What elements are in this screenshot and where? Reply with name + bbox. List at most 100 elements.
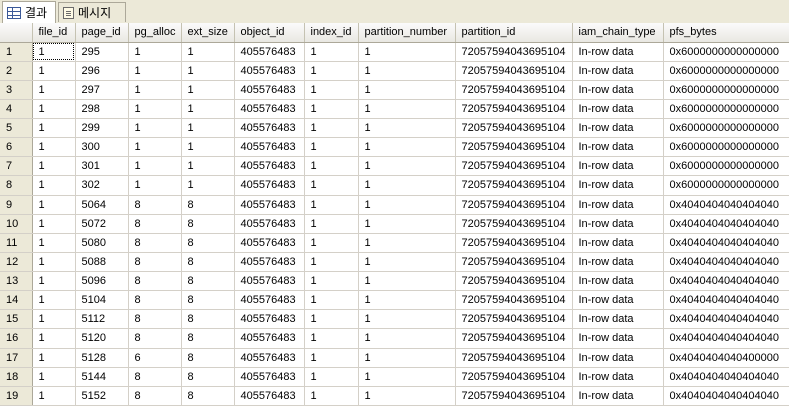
cell-partition-id[interactable]: 72057594043695104: [455, 80, 573, 100]
cell-partition-id[interactable]: 72057594043695104: [455, 175, 573, 196]
cell-object-id[interactable]: 405576483: [234, 290, 305, 311]
cell-index-id[interactable]: 1: [304, 137, 359, 158]
cell-partition-number[interactable]: 1: [358, 328, 456, 349]
cell-iam-chain-type[interactable]: In-row data: [572, 309, 664, 330]
cell-ext-size[interactable]: 8: [181, 290, 235, 311]
column-header-pfs-bytes[interactable]: pfs_bytes: [663, 23, 789, 43]
cell-file-id[interactable]: 1: [32, 328, 76, 349]
cell-iam-chain-type[interactable]: In-row data: [572, 290, 664, 311]
cell-page-id[interactable]: 5128: [75, 348, 129, 368]
cell-iam-chain-type[interactable]: In-row data: [572, 80, 664, 100]
cell-object-id[interactable]: 405576483: [234, 118, 305, 139]
cell-ext-size[interactable]: 8: [181, 195, 235, 215]
cell-ext-size[interactable]: 1: [181, 99, 235, 120]
table-row[interactable]: 12 1 5088 8 8 405576483 1 1 72057594043695104 In-…: [0, 252, 789, 273]
cell-partition-number[interactable]: 1: [358, 233, 456, 253]
row-number[interactable]: 8: [0, 175, 33, 196]
cell-iam-chain-type[interactable]: In-row data: [572, 271, 664, 292]
cell-pg-alloc[interactable]: 1: [128, 175, 182, 196]
cell-pfs-bytes[interactable]: 0x4040404040404040: [663, 233, 789, 253]
cell-iam-chain-type[interactable]: In-row data: [572, 386, 664, 406]
column-header-pg-alloc[interactable]: pg_alloc: [128, 23, 182, 43]
cell-pfs-bytes[interactable]: 0x6000000000000000: [663, 61, 789, 81]
cell-pfs-bytes[interactable]: 0x4040404040400000: [663, 348, 789, 368]
cell-pfs-bytes[interactable]: 0x4040404040404040: [663, 290, 789, 311]
row-number[interactable]: 5: [0, 118, 33, 139]
tab-results[interactable]: 결과: [2, 1, 56, 23]
cell-ext-size[interactable]: 8: [181, 214, 235, 234]
cell-partition-number[interactable]: 1: [358, 61, 456, 81]
table-row[interactable]: 13 1 5096 8 8 405576483 1 1 72057594043695104 In-…: [0, 271, 789, 292]
cell-ext-size[interactable]: 8: [181, 328, 235, 349]
cell-partition-number[interactable]: 1: [358, 252, 456, 273]
cell-partition-number[interactable]: 1: [358, 99, 456, 120]
cell-object-id[interactable]: 405576483: [234, 309, 305, 330]
cell-iam-chain-type[interactable]: In-row data: [572, 137, 664, 158]
table-row[interactable]: 5 1 299 1 1 405576483 1 1 72057594043695104 In-ro…: [0, 118, 789, 139]
row-number[interactable]: 7: [0, 156, 33, 177]
cell-object-id[interactable]: 405576483: [234, 271, 305, 292]
cell-page-id[interactable]: 5064: [75, 195, 129, 215]
cell-iam-chain-type[interactable]: In-row data: [572, 252, 664, 273]
cell-pfs-bytes[interactable]: 0x4040404040404040: [663, 309, 789, 330]
table-row[interactable]: 11 1 5080 8 8 405576483 1 1 72057594043695104 In-…: [0, 233, 789, 253]
cell-iam-chain-type[interactable]: In-row data: [572, 195, 664, 215]
cell-object-id[interactable]: 405576483: [234, 61, 305, 81]
cell-iam-chain-type[interactable]: In-row data: [572, 99, 664, 120]
cell-object-id[interactable]: 405576483: [234, 367, 305, 387]
cell-index-id[interactable]: 1: [304, 175, 359, 196]
cell-partition-number[interactable]: 1: [358, 214, 456, 234]
cell-file-id[interactable]: 1: [32, 137, 76, 158]
cell-page-id[interactable]: 298: [75, 99, 129, 120]
cell-partition-id[interactable]: 72057594043695104: [455, 348, 573, 368]
cell-iam-chain-type[interactable]: In-row data: [572, 233, 664, 253]
cell-pg-alloc[interactable]: 1: [128, 80, 182, 100]
tab-messages[interactable]: 메시지: [58, 2, 126, 22]
cell-file-id[interactable]: 1: [32, 271, 76, 292]
row-number[interactable]: 3: [0, 80, 33, 100]
cell-iam-chain-type[interactable]: In-row data: [572, 328, 664, 349]
row-number[interactable]: 14: [0, 290, 33, 311]
cell-object-id[interactable]: 405576483: [234, 175, 305, 196]
cell-page-id[interactable]: 5144: [75, 367, 129, 387]
cell-pg-alloc[interactable]: 8: [128, 290, 182, 311]
table-row[interactable]: 4 1 298 1 1 405576483 1 1 72057594043695104 In-ro…: [0, 99, 789, 120]
cell-partition-id[interactable]: 72057594043695104: [455, 233, 573, 253]
row-number[interactable]: 6: [0, 137, 33, 158]
table-row[interactable]: 3 1 297 1 1 405576483 1 1 72057594043695104 In-ro…: [0, 80, 789, 100]
cell-partition-id[interactable]: 72057594043695104: [455, 195, 573, 215]
cell-index-id[interactable]: 1: [304, 156, 359, 177]
cell-index-id[interactable]: 1: [304, 252, 359, 273]
cell-partition-number[interactable]: 1: [358, 137, 456, 158]
cell-file-id[interactable]: 1: [32, 233, 76, 253]
cell-file-id[interactable]: 1: [32, 309, 76, 330]
cell-index-id[interactable]: 1: [304, 348, 359, 368]
cell-index-id[interactable]: 1: [304, 195, 359, 215]
cell-ext-size[interactable]: 1: [181, 118, 235, 139]
column-header-iam-chain-type[interactable]: iam_chain_type: [572, 23, 664, 43]
cell-ext-size[interactable]: 1: [181, 156, 235, 177]
cell-iam-chain-type[interactable]: In-row data: [572, 367, 664, 387]
cell-object-id[interactable]: 405576483: [234, 328, 305, 349]
cell-partition-number[interactable]: 1: [358, 309, 456, 330]
cell-iam-chain-type[interactable]: In-row data: [572, 118, 664, 139]
cell-object-id[interactable]: 405576483: [234, 348, 305, 368]
cell-pfs-bytes[interactable]: 0x4040404040404040: [663, 195, 789, 215]
cell-pg-alloc[interactable]: 6: [128, 348, 182, 368]
cell-ext-size[interactable]: 1: [181, 80, 235, 100]
cell-ext-size[interactable]: 8: [181, 367, 235, 387]
cell-iam-chain-type[interactable]: In-row data: [572, 214, 664, 234]
cell-object-id[interactable]: 405576483: [234, 233, 305, 253]
row-number[interactable]: 4: [0, 99, 33, 120]
cell-pfs-bytes[interactable]: 0x4040404040404040: [663, 328, 789, 349]
cell-partition-number[interactable]: 1: [358, 42, 456, 62]
cell-index-id[interactable]: 1: [304, 290, 359, 311]
cell-index-id[interactable]: 1: [304, 386, 359, 406]
cell-pfs-bytes[interactable]: 0x6000000000000000: [663, 175, 789, 196]
cell-ext-size[interactable]: 8: [181, 271, 235, 292]
row-number[interactable]: 13: [0, 271, 33, 292]
table-row[interactable]: 7 1 301 1 1 405576483 1 1 72057594043695104 In-ro…: [0, 156, 789, 177]
cell-index-id[interactable]: 1: [304, 61, 359, 81]
cell-ext-size[interactable]: 1: [181, 137, 235, 158]
row-number[interactable]: 9: [0, 195, 33, 215]
